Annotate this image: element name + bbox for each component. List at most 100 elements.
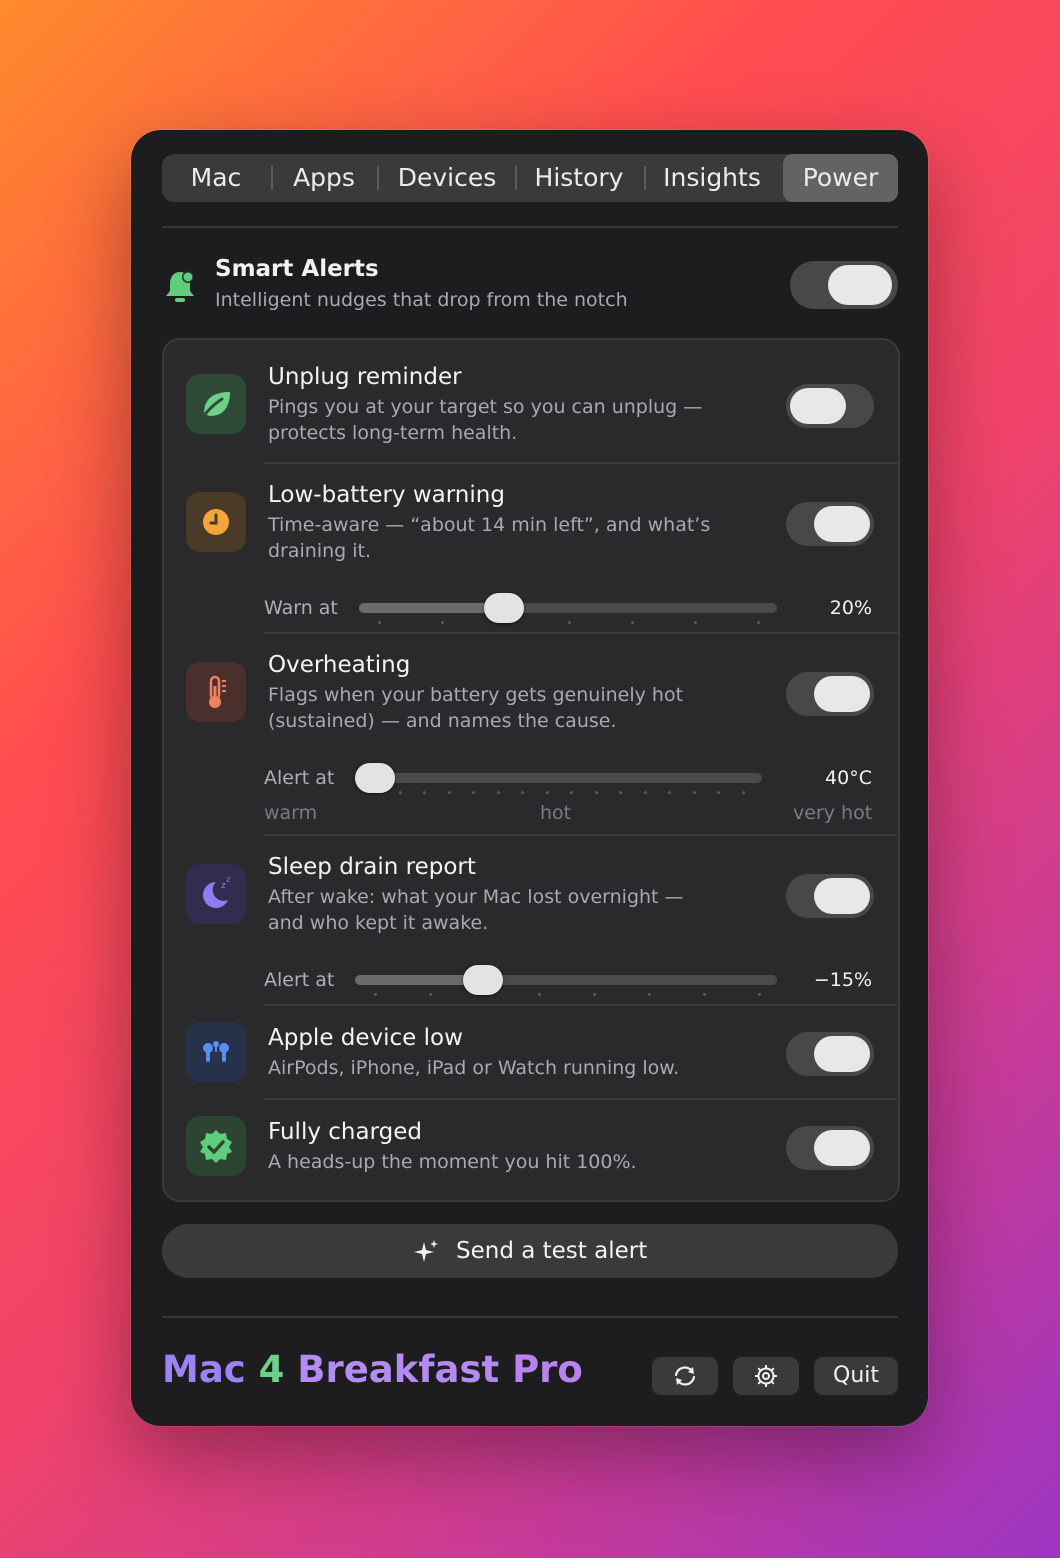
warn-slider-thumb[interactable] [484,593,524,623]
row-description: Time-aware — “about 14 min left”, and wh… [268,512,728,564]
brand-word: Pro [512,1348,583,1391]
app-brand: Mac 4 Breakfast Pro [162,1348,583,1391]
tab-insights[interactable]: Insights [652,154,772,202]
refresh-icon [671,1364,699,1388]
refresh-button[interactable] [652,1357,718,1395]
smart-alerts-subtitle: Intelligent nudges that drop from the no… [215,289,628,311]
tab-apps[interactable]: Apps [279,154,369,202]
row-title: Apple device low [268,1025,463,1051]
slider-tick [631,621,634,624]
row-description-line: A heads-up the moment you hit 100%. [268,1151,637,1173]
slider-tick [693,791,696,794]
slider-tick [423,791,426,794]
slider-tick [472,791,475,794]
airpods-icon [186,1022,246,1082]
gear-icon [753,1363,779,1389]
tab-devices[interactable]: Devices [385,154,509,202]
slider-tick [758,993,761,996]
slider-tick [568,621,571,624]
toggle-knob [814,1130,870,1166]
overheating-toggle[interactable] [786,672,874,716]
tab-separator [271,166,273,190]
slider-fill [359,603,504,613]
sleep-slider-track[interactable] [355,975,777,985]
tab-separator [515,166,517,190]
apple-device-low-toggle[interactable] [786,1032,874,1076]
row-description-line: and who kept it awake. [268,912,489,934]
row-description-line: draining it. [268,540,372,562]
fully-charged-toggle[interactable] [786,1126,874,1170]
slider-tick [757,621,760,624]
quit-label: Quit [833,1363,879,1388]
row-description-line: AirPods, iPhone, iPad or Watch running l… [268,1057,680,1079]
brand-word: Mac [162,1348,246,1391]
tab-mac[interactable]: Mac [170,154,262,202]
leaf-icon [186,374,246,434]
temperature-slider-thumb[interactable] [355,763,395,793]
row-title: Fully charged [268,1119,422,1145]
popover-window: Mac Apps Devices History Insights Power … [131,130,928,1426]
row-description: After wake: what your Mac lost overnight… [268,884,728,936]
temperature-slider-track[interactable] [356,773,762,783]
clock-icon [186,492,246,552]
bell-icon [163,268,197,304]
sleep-slider-thumb[interactable] [463,965,503,995]
row-title: Unplug reminder [268,364,462,390]
row-description-line: (sustained) — and names the cause. [268,710,617,732]
row-separator [264,1098,898,1100]
svg-text:z: z [226,875,230,884]
send-test-alert-label: Send a test alert [456,1238,648,1264]
sleep-drain-toggle[interactable] [786,874,874,918]
row-separator [264,462,898,464]
smart-alerts-toggle[interactable] [790,261,898,309]
warn-slider-track[interactable] [359,603,777,613]
slider-tick [497,791,500,794]
slider-tick [595,791,598,794]
row-description: Pings you at your target so you can unpl… [268,394,728,446]
slider-tick [668,791,671,794]
tab-separator [644,166,646,190]
slider-value: −15% [813,969,872,991]
unplug-reminder-toggle[interactable] [786,384,874,428]
slider-label: Alert at [264,767,335,789]
toggle-knob [828,265,892,305]
settings-button[interactable] [733,1357,799,1395]
toggle-knob [814,878,870,914]
slider-tick [378,621,381,624]
tab-history[interactable]: History [522,154,636,202]
sparkles-icon [412,1238,440,1266]
scale-label-hot: hot [540,802,572,824]
slider-value: 20% [829,597,872,619]
row-description-line: Time-aware — “about 14 min left”, and wh… [268,514,711,536]
slider-tick [593,993,596,996]
row-separator [264,632,898,634]
slider-label: Warn at [264,597,338,619]
thermometer-icon [186,662,246,722]
row-title: Low-battery warning [268,482,505,508]
row-separator [264,834,898,836]
quit-button[interactable]: Quit [814,1357,898,1395]
low-battery-toggle[interactable] [786,502,874,546]
toggle-knob [814,1036,870,1072]
row-description-line: Flags when your battery gets genuinely h… [268,684,684,706]
slider-tick [717,791,720,794]
send-test-alert-button[interactable]: Send a test alert [162,1224,898,1278]
slider-value: 40°C [825,767,872,789]
row-description: AirPods, iPhone, iPad or Watch running l… [268,1055,728,1081]
row-description-line: After wake: what your Mac lost overnight… [268,886,684,908]
scale-label-very-hot: very hot [793,802,873,824]
tab-separator [377,166,379,190]
slider-tick [703,993,706,996]
slider-tick [570,791,573,794]
slider-tick [374,993,377,996]
slider-tick [429,993,432,996]
tab-power[interactable]: Power [783,154,898,202]
slider-tick [399,791,402,794]
slider-tick [448,791,451,794]
slider-tick [619,791,622,794]
row-description-line: protects long-term health. [268,422,518,444]
toggle-knob [790,388,846,424]
row-title: Sleep drain report [268,854,476,880]
checkmark-seal-icon [186,1116,246,1176]
toggle-knob [814,676,870,712]
